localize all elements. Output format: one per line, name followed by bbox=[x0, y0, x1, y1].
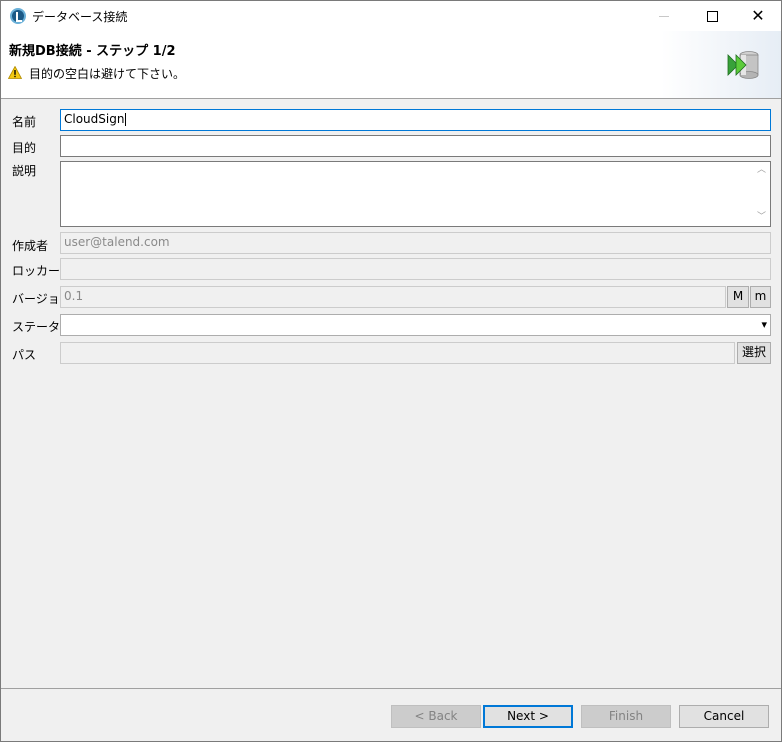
purpose-input[interactable] bbox=[60, 135, 771, 157]
wizard-title: 新規DB接続 - ステップ 1/2 bbox=[9, 44, 176, 59]
name-value: CloudSign bbox=[64, 112, 125, 126]
author-input: user@talend.com bbox=[60, 232, 771, 254]
maximize-button[interactable] bbox=[689, 1, 735, 31]
minor-version-button[interactable]: m bbox=[750, 286, 771, 308]
description-label: 説明 bbox=[12, 164, 37, 178]
minimize-icon bbox=[659, 16, 669, 17]
major-version-button[interactable]: M bbox=[727, 286, 749, 308]
close-icon: ✕ bbox=[751, 6, 765, 25]
path-select-button[interactable]: 選択 bbox=[737, 342, 771, 364]
text-cursor bbox=[125, 113, 127, 126]
warning-icon bbox=[8, 66, 22, 79]
locker-label: ロッカー bbox=[12, 264, 61, 278]
chevron-down-icon: ▾ bbox=[761, 318, 767, 331]
finish-button[interactable]: Finish bbox=[581, 705, 671, 728]
cancel-button[interactable]: Cancel bbox=[679, 705, 769, 728]
locker-input bbox=[60, 258, 771, 280]
description-scrollbar[interactable]: ︿ ﹀ bbox=[754, 163, 769, 225]
database-wizard-icon bbox=[727, 51, 759, 79]
wizard-header: 新規DB接続 - ステップ 1/2 目的の空白は避けて下さい。 bbox=[1, 31, 781, 99]
path-input bbox=[60, 342, 735, 364]
dialog-window: データベース接続 ✕ 新規DB接続 - ステップ 1/2 目的の空白は避けて下さ… bbox=[0, 0, 782, 742]
path-label: パス bbox=[12, 348, 37, 362]
author-label: 作成者 bbox=[12, 239, 49, 253]
talend-icon bbox=[10, 8, 26, 24]
description-textarea[interactable]: ︿ ﹀ bbox=[60, 161, 771, 227]
next-button[interactable]: Next > bbox=[483, 705, 573, 728]
status-select[interactable]: ▾ bbox=[60, 314, 771, 336]
window-title: データベース接続 bbox=[32, 10, 128, 24]
version-input: 0.1 bbox=[60, 286, 726, 308]
scroll-up-icon[interactable]: ︿ bbox=[754, 163, 769, 178]
minimize-button[interactable] bbox=[641, 1, 687, 31]
purpose-label: 目的 bbox=[12, 141, 37, 155]
name-input[interactable]: CloudSign bbox=[60, 109, 771, 131]
title-bar[interactable]: データベース接続 ✕ bbox=[1, 1, 781, 31]
validation-message: 目的の空白は避けて下さい。 bbox=[29, 67, 186, 81]
back-button[interactable]: < Back bbox=[391, 705, 481, 728]
name-label: 名前 bbox=[12, 115, 37, 129]
close-button[interactable]: ✕ bbox=[735, 1, 781, 31]
maximize-icon bbox=[706, 11, 718, 22]
button-bar-separator bbox=[1, 688, 781, 689]
scroll-down-icon[interactable]: ﹀ bbox=[754, 210, 769, 225]
